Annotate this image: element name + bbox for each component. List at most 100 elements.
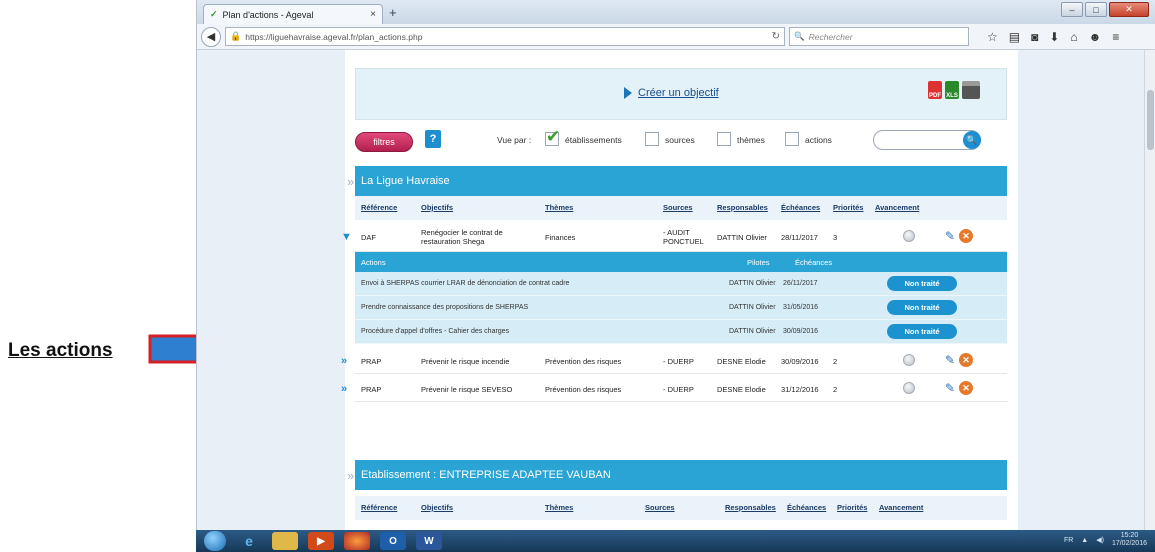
volume-icon[interactable]: ◀)	[1096, 536, 1104, 544]
cell-source: - DUERP	[663, 357, 694, 366]
column-header-avancement[interactable]: Avancement	[875, 203, 919, 212]
table-row[interactable]: » PRAP Prévenir le risque SEVESO Prévent…	[341, 374, 1007, 402]
word-icon[interactable]: W	[416, 532, 442, 550]
scrollbar-thumb[interactable]	[1147, 90, 1154, 150]
browser-search-input[interactable]: 🔍 Rechercher	[789, 27, 969, 46]
network-icon[interactable]: ▲	[1081, 537, 1088, 544]
start-button[interactable]	[204, 531, 226, 551]
column-header-themes[interactable]: Thèmes	[545, 203, 573, 212]
cell-objectif: Prévenir le risque SEVESO	[421, 385, 513, 394]
chevron-right-icon: »	[347, 467, 355, 483]
filters-button[interactable]: filtres	[355, 132, 413, 152]
delete-icon[interactable]: ✕	[959, 353, 973, 367]
status-button[interactable]: Non traité	[887, 276, 957, 291]
back-button[interactable]: ◀	[201, 26, 221, 47]
action-pilote: DATTIN Olivier	[729, 328, 776, 335]
pocket-icon[interactable]: ◙	[1031, 30, 1038, 44]
group-header-entreprise-adaptee[interactable]: » Etablissement : ENTREPRISE ADAPTEE VAU…	[347, 460, 1007, 490]
close-window-button[interactable]: ✕	[1109, 2, 1149, 17]
url-text: https://liguehavraise.ageval.fr/plan_act…	[245, 31, 423, 42]
url-bar[interactable]: 🔒 https://liguehavraise.ageval.fr/plan_a…	[225, 27, 785, 46]
view-sources-label: sources	[665, 135, 695, 145]
search-icon: 🔍	[794, 31, 805, 41]
outlook-icon[interactable]: O	[380, 532, 406, 550]
file-explorer-icon[interactable]	[272, 532, 298, 550]
column-header-themes[interactable]: Thèmes	[545, 503, 573, 512]
column-header-responsables[interactable]: Responsables	[725, 503, 776, 512]
view-actions-checkbox[interactable]	[785, 132, 799, 146]
cell-priorite: 2	[833, 357, 838, 366]
cell-priorite: 2	[833, 385, 838, 394]
pencil-icon[interactable]: ✎	[945, 353, 955, 367]
cell-objectif: Prévenir le risque incendie	[421, 357, 510, 366]
clock[interactable]: 15:20 17/02/2016	[1112, 532, 1147, 548]
tab-favicon-icon: ✓	[210, 9, 218, 19]
maximize-button[interactable]: □	[1085, 2, 1107, 17]
firefox-icon[interactable]	[344, 532, 370, 550]
reading-list-icon[interactable]: ▤	[1009, 30, 1020, 44]
print-icon[interactable]	[962, 81, 980, 99]
column-header-responsables[interactable]: Responsables	[717, 203, 768, 212]
internet-explorer-icon[interactable]: e	[236, 532, 262, 550]
group-title: Etablissement : ENTREPRISE ADAPTEE VAUBA…	[361, 469, 611, 481]
delete-icon[interactable]: ✕	[959, 229, 973, 243]
chat-icon[interactable]: ☻	[1089, 30, 1102, 44]
browser-search-placeholder: Rechercher	[808, 31, 853, 42]
view-themes-checkbox[interactable]	[717, 132, 731, 146]
action-row[interactable]: Procédure d'appel d'offres - Cahier des …	[355, 320, 1007, 344]
status-button[interactable]: Non traité	[887, 324, 957, 339]
action-row[interactable]: Envoi à SHERPAS courrier LRAR de dénonci…	[355, 272, 1007, 296]
window-controls: – □ ✕	[1061, 2, 1149, 17]
column-header-echeances[interactable]: Échéances	[781, 203, 820, 212]
new-tab-button[interactable]: +	[389, 5, 397, 20]
table-row[interactable]: » PRAP Prévenir le risque incendie Préve…	[341, 346, 1007, 374]
pencil-icon[interactable]: ✎	[945, 229, 955, 243]
tab-close-icon[interactable]: ×	[370, 9, 376, 20]
reload-icon[interactable]: ↻	[772, 31, 780, 42]
progress-indicator	[903, 354, 915, 366]
column-header-sources[interactable]: Sources	[663, 203, 693, 212]
chevron-right-icon[interactable]: »	[341, 383, 347, 395]
action-row[interactable]: Prendre connaissance des propositions de…	[355, 296, 1007, 320]
chevron-right-icon[interactable]: »	[341, 355, 347, 367]
home-icon[interactable]: ⌂	[1070, 30, 1077, 44]
media-player-icon[interactable]: ▶	[308, 532, 334, 550]
browser-tab[interactable]: ✓ Plan d'actions - Ageval ×	[203, 4, 383, 24]
group-header-ligue-havraise[interactable]: » La Ligue Havraise	[347, 166, 1007, 196]
chevron-down-icon[interactable]: ▼	[341, 231, 352, 243]
help-icon[interactable]: ?	[425, 130, 441, 148]
pdf-export-icon[interactable]: PDF	[928, 81, 942, 99]
search-button[interactable]: 🔍	[963, 131, 981, 149]
column-header-echeances[interactable]: Échéances	[787, 503, 826, 512]
column-header-reference[interactable]: Référence	[361, 503, 397, 512]
action-pilote: DATTIN Olivier	[729, 280, 776, 287]
delete-icon[interactable]: ✕	[959, 381, 973, 395]
column-header-reference[interactable]: Référence	[361, 203, 397, 212]
view-establishments-checkbox[interactable]	[545, 127, 560, 147]
download-icon[interactable]: ⬇	[1049, 30, 1059, 44]
vertical-scrollbar[interactable]	[1144, 50, 1155, 530]
bookmark-star-icon[interactable]: ☆	[987, 30, 998, 44]
create-objective-link[interactable]: Créer un objectif	[624, 87, 719, 99]
navigation-bar: ◀ 🔒 https://liguehavraise.ageval.fr/plan…	[197, 24, 1155, 50]
cell-responsable: DESNE Elodie	[717, 357, 766, 366]
status-button[interactable]: Non traité	[887, 300, 957, 315]
excel-export-icon[interactable]: XLS	[945, 81, 959, 99]
cell-theme: Finances	[545, 233, 576, 242]
column-header-sources[interactable]: Sources	[645, 503, 675, 512]
language-indicator[interactable]: FR	[1064, 537, 1073, 544]
screenshot-root: Les actions ✓ Plan d'actions - Ageval × …	[0, 0, 1155, 552]
menu-icon[interactable]: ≡	[1112, 30, 1119, 44]
pencil-icon[interactable]: ✎	[945, 381, 955, 395]
cell-source: - DUERP	[663, 385, 694, 394]
action-label: Procédure d'appel d'offres - Cahier des …	[361, 328, 510, 335]
column-header-priorites[interactable]: Priorités	[833, 203, 863, 212]
minimize-button[interactable]: –	[1061, 2, 1083, 17]
column-header-priorites[interactable]: Priorités	[837, 503, 867, 512]
column-header-objectifs[interactable]: Objectifs	[421, 203, 453, 212]
action-echeance: 26/11/2017	[783, 280, 818, 287]
column-header-avancement[interactable]: Avancement	[879, 503, 923, 512]
view-sources-checkbox[interactable]	[645, 132, 659, 146]
table-row[interactable]: ▼ DAF Renégocier le contrat de restaurat…	[341, 222, 1007, 252]
column-header-objectifs[interactable]: Objectifs	[421, 503, 453, 512]
